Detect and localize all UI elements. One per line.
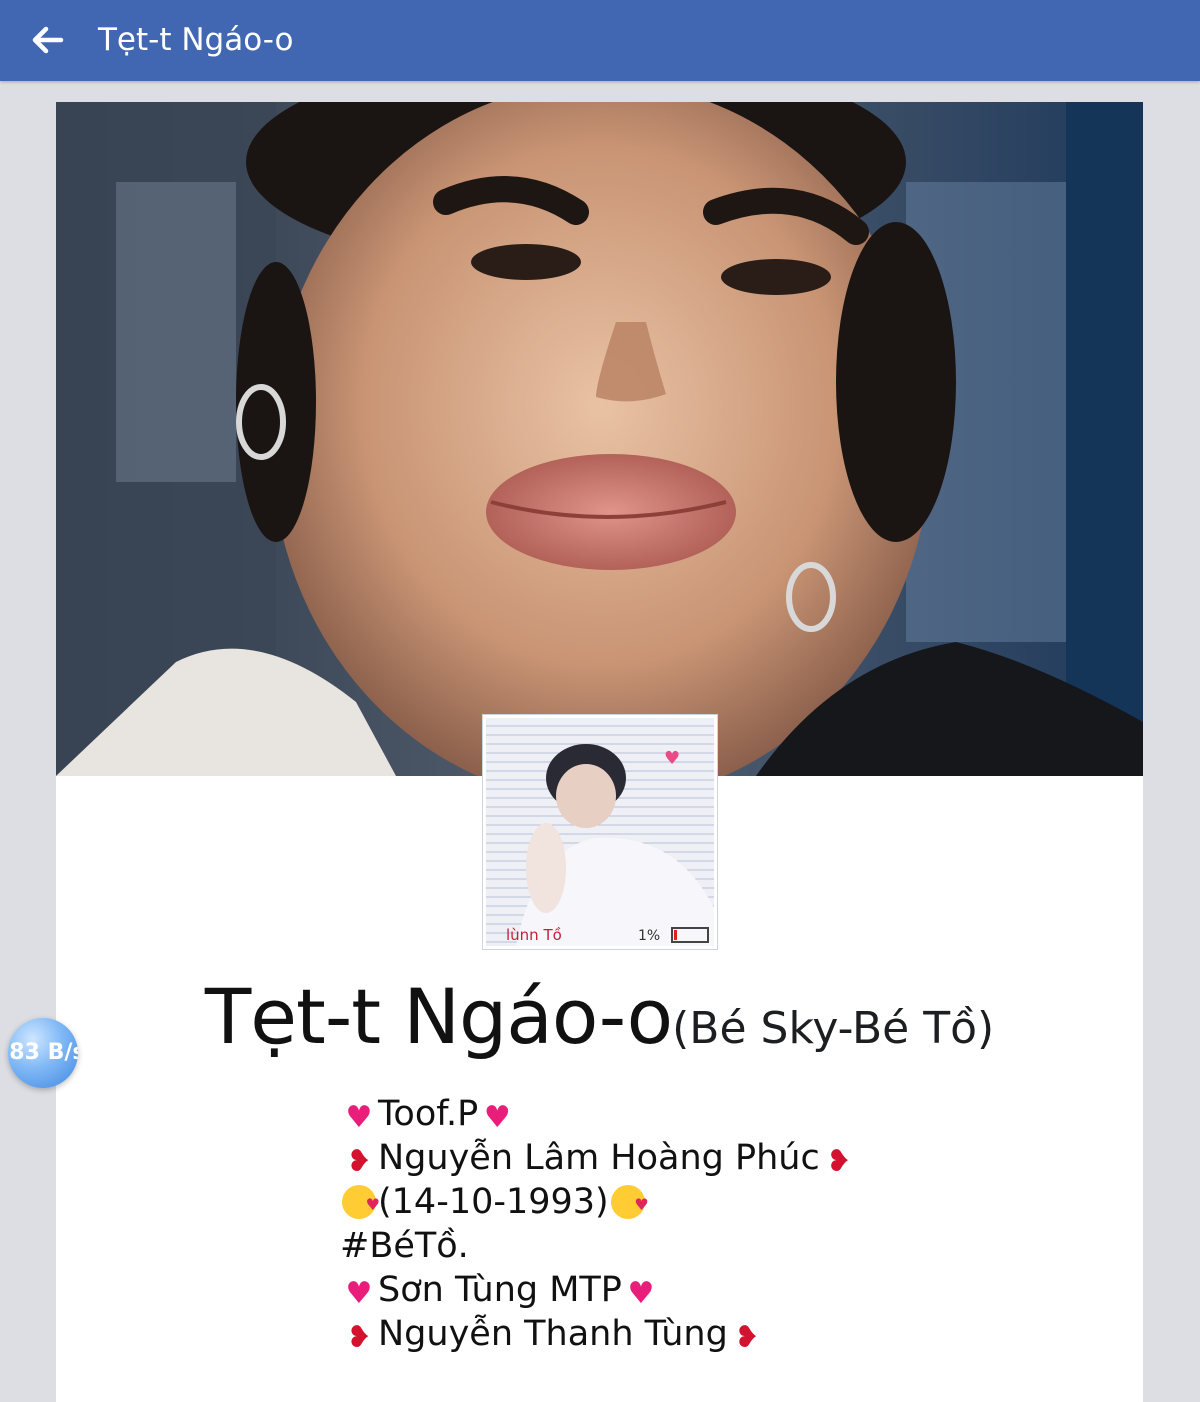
top-app-bar: Tẹt-t Ngáo-o — [0, 0, 1200, 81]
heart-icon: ♥ — [345, 1276, 373, 1311]
kiss-mark-icon: ❥ — [734, 1320, 760, 1355]
heart-icon: ♥ — [345, 1100, 373, 1135]
kiss-mark-icon: ❥ — [346, 1320, 372, 1355]
kiss-mark-icon: ❥ — [826, 1144, 852, 1179]
network-speed-bubble[interactable]: 283 B/s — [8, 1018, 78, 1088]
bio-line: ❥ Nguyễn Lâm Hoàng Phúc ❥ — [340, 1136, 1060, 1180]
profile-card: lùnn Tồ 1% ♥ Tẹt-t Ngáo-o(Bé Sky-Bé Tồ) … — [56, 102, 1143, 1402]
heart-icon: ♥ — [627, 1276, 655, 1311]
bio-line: #BéTồ. — [340, 1226, 469, 1266]
svg-text:♥: ♥ — [664, 748, 680, 769]
profile-picture[interactable]: lùnn Tồ 1% ♥ — [482, 714, 718, 950]
heart-icon: ♥ — [483, 1100, 511, 1135]
page-title: Tẹt-t Ngáo-o — [98, 22, 294, 58]
face-blowing-kiss-icon: ♥ — [610, 1185, 649, 1219]
face-blowing-kiss-icon: ♥ — [342, 1185, 380, 1219]
bio-line: ♥ Toof.P ♥ — [340, 1092, 1060, 1136]
cover-photo[interactable] — [56, 102, 1143, 776]
arrow-left-icon — [32, 26, 64, 54]
profile-name: Tẹt-t Ngáo-o(Bé Sky-Bé Tồ) — [56, 972, 1143, 1061]
profile-alternate-name: (Bé Sky-Bé Tồ) — [672, 1003, 995, 1054]
profile-bio: ♥ Toof.P ♥ ❥ Nguyễn Lâm Hoàng Phúc ❥ ♥ (14-10… — [340, 1092, 1060, 1356]
back-button[interactable] — [22, 14, 74, 66]
profile-picture-battery: 1% — [638, 928, 660, 944]
bio-line: ♥ (14-10-1993) ♥ — [340, 1180, 1060, 1224]
profile-name-main: Tẹt-t Ngáo-o — [204, 972, 673, 1061]
bio-line: ❥ Nguyễn Thanh Tùng ❥ — [340, 1312, 1060, 1356]
profile-picture-caption: lùnn Tồ — [506, 926, 562, 944]
network-speed-text: 283 B/s — [8, 1040, 78, 1065]
kiss-mark-icon: ❥ — [346, 1144, 372, 1179]
bio-line: ♥ Sơn Tùng MTP ♥ — [340, 1268, 1060, 1312]
